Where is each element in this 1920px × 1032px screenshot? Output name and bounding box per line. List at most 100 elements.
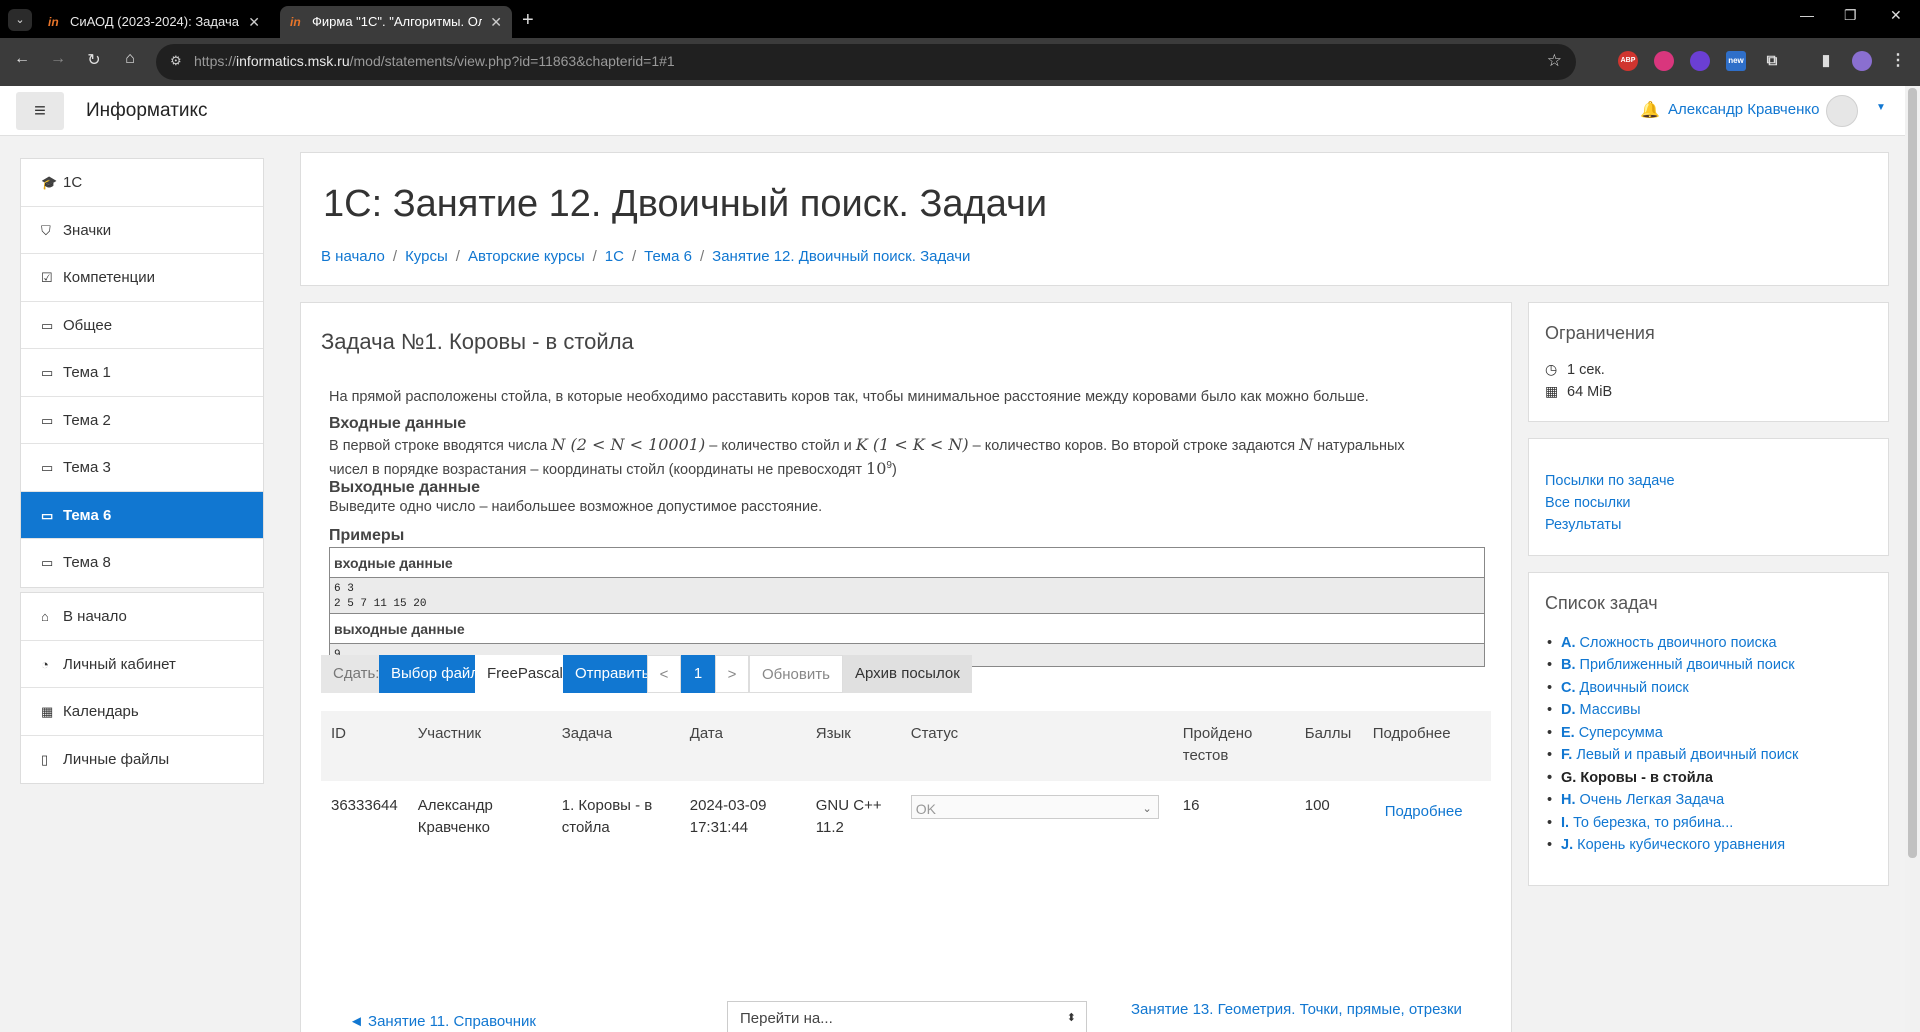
drawer-toggle-button[interactable]: ≡ bbox=[16, 92, 64, 130]
notifications-bell-icon[interactable]: 🔔 bbox=[1640, 100, 1660, 120]
sidebar-item-competencies[interactable]: ☑ Компетенции bbox=[21, 254, 263, 302]
url-scheme: https:// bbox=[194, 53, 237, 69]
sidebar-item-private-files[interactable]: ▯ Личные файлы bbox=[21, 736, 263, 784]
sidebar-item-home[interactable]: ⌂ В начало bbox=[21, 593, 263, 641]
sidebar-item-topic-3[interactable]: ▭ Тема 3 bbox=[21, 444, 263, 492]
task-name: Приближенный двоичный поиск bbox=[1579, 657, 1795, 673]
archive-button[interactable]: Архив посылок bbox=[843, 655, 972, 693]
task-list-item-j[interactable]: • J. Корень кубического уравнения bbox=[1547, 837, 1785, 853]
restore-icon[interactable]: ❐ bbox=[1844, 7, 1857, 24]
close-window-icon[interactable]: ✕ bbox=[1890, 7, 1902, 24]
sidebar-item-topic-2[interactable]: ▭ Тема 2 bbox=[21, 397, 263, 444]
status-select[interactable]: OK ⌄ bbox=[910, 795, 1159, 819]
sidebar-item-label: Компетенции bbox=[63, 269, 156, 286]
task-list-item-h[interactable]: • H. Очень Легкая Задача bbox=[1547, 792, 1724, 808]
sidebar-item-topic-1[interactable]: ▭ Тема 1 bbox=[21, 349, 263, 397]
side-panel-icon[interactable]: ▮ bbox=[1816, 51, 1836, 71]
informatics-favicon-icon: in bbox=[290, 15, 301, 29]
extension-new-icon[interactable]: new bbox=[1726, 51, 1746, 71]
bookmark-star-icon[interactable]: ☆ bbox=[1547, 51, 1562, 71]
browser-tab-2[interactable]: in Фирма "1С". "Алгоритмы. Олимп ✕ bbox=[280, 6, 512, 38]
task-list-item-c[interactable]: • C. Двоичный поиск bbox=[1547, 680, 1689, 696]
memory-limit-value: 64 MiB bbox=[1567, 384, 1613, 400]
breadcrumb-separator: / bbox=[631, 248, 637, 265]
extensions-puzzle-icon[interactable]: ⧉ bbox=[1762, 51, 1782, 71]
next-activity-link[interactable]: Занятие 13. Геометрия. Точки, прямые, от… bbox=[1131, 1001, 1462, 1018]
all-submissions-link[interactable]: Все посылки bbox=[1545, 495, 1631, 511]
breadcrumb-courses[interactable]: Курсы bbox=[405, 248, 448, 265]
task-list-item-b[interactable]: • B. Приближенный двоичный поиск bbox=[1547, 657, 1795, 673]
adblock-extension-icon[interactable]: ABP bbox=[1618, 51, 1638, 71]
output-heading: Выходные данные bbox=[329, 479, 481, 496]
task-name: То березка, то рябина... bbox=[1573, 815, 1734, 831]
reload-icon[interactable]: ↻ bbox=[82, 50, 106, 70]
sidebar-item-general[interactable]: ▭ Общее bbox=[21, 302, 263, 349]
extension-icon[interactable] bbox=[1654, 51, 1674, 71]
user-menu-name[interactable]: Александр Кравченко bbox=[1668, 101, 1819, 118]
avatar[interactable] bbox=[1826, 95, 1858, 127]
browser-tab-1[interactable]: in СиАОД (2023-2024): Задача E ✕ bbox=[38, 6, 270, 38]
bullet-icon: • bbox=[1547, 635, 1553, 651]
site-navbar: ≡ Информатикс 🔔 Александр Кравченко ▼ bbox=[0, 86, 1905, 136]
bullet-icon: • bbox=[1547, 657, 1553, 673]
details-link[interactable]: Подробнее bbox=[1385, 803, 1463, 820]
page-scrollbar[interactable] bbox=[1905, 86, 1920, 1032]
breadcrumb-lesson-12[interactable]: Занятие 12. Двоичный поиск. Задачи bbox=[712, 248, 970, 265]
sidebar-item-1c[interactable]: 🎓 1С bbox=[21, 159, 263, 207]
site-info-icon[interactable]: ⚙ bbox=[170, 53, 182, 69]
extension-shield-icon[interactable] bbox=[1690, 51, 1710, 71]
col-status: Статус bbox=[900, 711, 1173, 781]
prev-activity-link[interactable]: ◄ Занятие 11. Справочник bbox=[349, 1013, 536, 1030]
jump-to-select[interactable]: Перейти на... ⬍ bbox=[727, 1001, 1087, 1032]
profile-icon[interactable] bbox=[1852, 51, 1872, 71]
calendar-icon: ▦ bbox=[41, 704, 54, 719]
task-list-item-d[interactable]: • D. Массивы bbox=[1547, 702, 1641, 718]
examples-heading: Примеры bbox=[329, 527, 405, 544]
home-icon[interactable]: ⌂ bbox=[118, 50, 142, 68]
cell-id: 36333644 bbox=[331, 797, 398, 814]
sidebar-item-calendar[interactable]: ▦ Календарь bbox=[21, 688, 263, 736]
close-tab-icon[interactable]: ✕ bbox=[248, 6, 260, 38]
page-header: 1С: Занятие 12. Двоичный поиск. Задачи В… bbox=[300, 152, 1889, 286]
sidebar-item-topic-8[interactable]: ▭ Тема 8 bbox=[21, 539, 263, 587]
sidebar-item-label: В начало bbox=[63, 608, 127, 625]
forward-icon[interactable]: → bbox=[46, 50, 70, 68]
site-brand[interactable]: Информатикс bbox=[86, 100, 207, 122]
bullet-icon: • bbox=[1547, 747, 1553, 763]
breadcrumb-author-courses[interactable]: Авторские курсы bbox=[468, 248, 585, 265]
sidebar-item-dashboard[interactable]: ◔ Личный кабинет bbox=[21, 641, 263, 688]
user-menu-caret-icon[interactable]: ▼ bbox=[1876, 102, 1886, 113]
minimize-icon[interactable]: — bbox=[1800, 7, 1814, 23]
breadcrumb-1c[interactable]: 1С bbox=[605, 248, 624, 265]
refresh-button[interactable]: Обновить bbox=[749, 655, 843, 693]
task-list-item-i[interactable]: • I. То березка, то рябина... bbox=[1547, 815, 1734, 831]
next-page-button[interactable]: > bbox=[715, 655, 749, 693]
url-text: https://informatics.msk.ru/mod/statement… bbox=[194, 53, 675, 69]
close-tab-icon[interactable]: ✕ bbox=[490, 6, 502, 38]
results-link[interactable]: Результаты bbox=[1545, 517, 1621, 533]
new-tab-icon[interactable]: + bbox=[522, 6, 534, 34]
breadcrumb-topic-6[interactable]: Тема 6 bbox=[644, 248, 692, 265]
sidebar-item-badges[interactable]: ⛉ Значки bbox=[21, 207, 263, 254]
tab-search-button[interactable]: ⌄ bbox=[8, 9, 32, 31]
scrollbar-thumb[interactable] bbox=[1908, 88, 1917, 858]
bullet-icon: • bbox=[1547, 837, 1553, 853]
browser-menu-icon[interactable]: ⋮ bbox=[1888, 51, 1908, 71]
breadcrumb-home[interactable]: В начало bbox=[321, 248, 385, 265]
back-icon[interactable]: ← bbox=[10, 50, 34, 68]
prev-page-button[interactable]: < bbox=[647, 655, 681, 693]
task-list-item-f[interactable]: • F. Левый и правый двоичный поиск bbox=[1547, 747, 1798, 763]
sidebar-item-topic-6[interactable]: ▭ Тема 6 bbox=[21, 491, 263, 539]
task-list-item-e[interactable]: • E. Суперсумма bbox=[1547, 725, 1663, 741]
breadcrumb-separator: / bbox=[699, 248, 705, 265]
current-page-button[interactable]: 1 bbox=[681, 655, 715, 693]
math-n-range: N (2 < N < 10001) bbox=[551, 435, 706, 454]
submissions-for-problem-link[interactable]: Посылки по задаче bbox=[1545, 473, 1675, 489]
submissions-table: ID Участник Задача Дата Язык Статус Прой… bbox=[321, 711, 1491, 853]
sidebar-item-label: Тема 3 bbox=[63, 459, 111, 476]
task-list-item-a[interactable]: • A. Сложность двоичного поиска bbox=[1547, 635, 1777, 651]
folder-icon: ▭ bbox=[41, 555, 54, 570]
task-letter: J. bbox=[1561, 837, 1574, 853]
input-text: чисел в порядке возрастания – координаты… bbox=[329, 461, 863, 478]
address-bar[interactable]: ⚙ https://informatics.msk.ru/mod/stateme… bbox=[156, 44, 1576, 80]
